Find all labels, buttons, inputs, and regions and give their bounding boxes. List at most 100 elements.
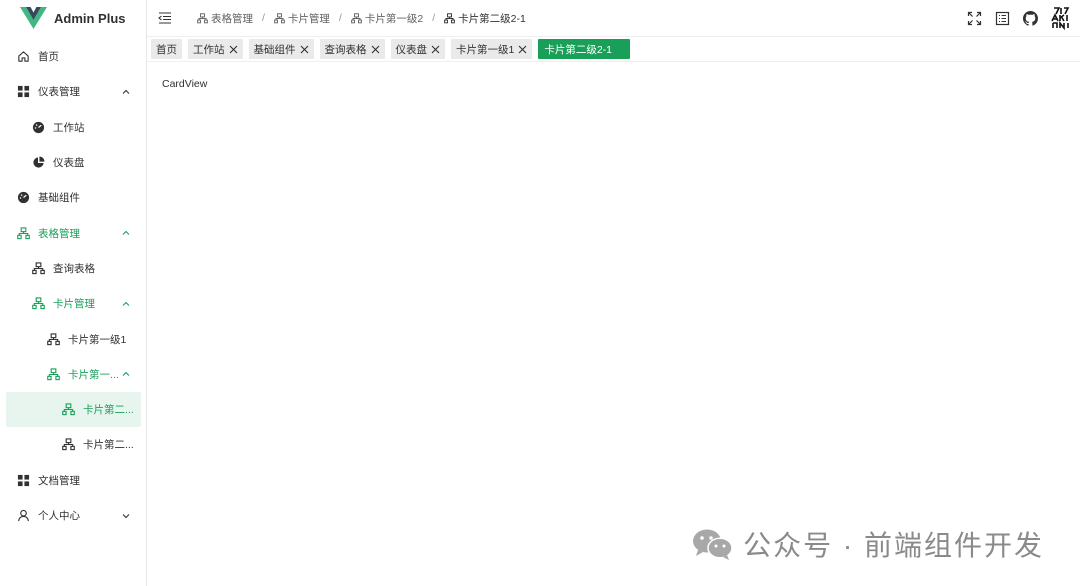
chevron-up-icon [122,301,130,306]
chevron-up-icon [122,372,130,377]
page-content: CardView [162,78,208,90]
sidebar-item-label: 卡片第一... [68,368,119,381]
chevron-down-icon [122,513,130,518]
sitemap-icon [32,297,45,310]
sidebar-item-basic-components[interactable]: 基础组件 [0,180,146,215]
sidebar-item-query-table[interactable]: 查询表格 [0,251,146,286]
tab-card-level2-1[interactable]: 卡片第二级2-1 [538,39,631,59]
sitemap-icon [351,12,362,23]
sidebar: Admin Plus 首页 仪表管理 工作站 仪表盘 基础组件 表格管理 查询表… [0,0,147,586]
sidebar-item-card-level1-2[interactable]: 卡片第一... [0,357,146,392]
chevron-up-icon [122,230,130,236]
breadcrumb-separator: / [432,12,436,24]
menu-fold-icon[interactable] [158,11,172,25]
sidebar-item-label: 卡片第一级1 [68,333,127,346]
tab-label: 基础组件 [253,43,296,56]
app-logo[interactable]: Admin Plus [0,0,146,36]
sitemap-icon [444,12,455,23]
breadcrumb-item[interactable]: 表格管理 [197,11,253,26]
sitemap-icon [47,332,60,346]
watermark-text: 公众号 · 前端组件开发 [743,530,1044,561]
grid-icon [17,85,30,98]
sidebar-item-label: 卡片第二... [83,404,134,417]
close-icon[interactable] [518,45,527,54]
breadcrumb: 表格管理 / 卡片管理 / 卡片第一级2 / 卡片第二级2-1 [197,11,526,26]
tab-label: 卡片第一级1 [456,43,515,56]
sitemap-icon [17,226,30,240]
breadcrumb-item[interactable]: 卡片管理 [274,11,330,26]
sidebar-item-label: 仪表管理 [38,86,80,99]
tab-workstation[interactable]: 工作站 [188,39,243,59]
breadcrumb-label: 卡片第二级2-1 [458,12,526,25]
breadcrumb-item[interactable]: 卡片第一级2 [351,11,423,26]
sidebar-item-card-level1-1[interactable]: 卡片第一级1 [0,321,146,356]
grid-icon [17,474,30,487]
github-link[interactable] [1022,10,1038,26]
breadcrumb-label: 卡片管理 [287,12,330,25]
sidebar-item-label: 表格管理 [38,227,80,240]
sidebar-item-card-management[interactable]: 卡片管理 [0,286,146,321]
tab-card-level1-1[interactable]: 卡片第一级1 [451,39,533,59]
tab-label: 卡片第二级2-1 [544,43,613,56]
fullscreen-icon [967,11,981,25]
sitemap-icon [47,368,60,381]
dashboard-gauge-icon [32,121,45,134]
top-header: 表格管理 / 卡片管理 / 卡片第一级2 / 卡片第二级2-1 [147,0,1080,37]
tab-label: 查询表格 [324,43,367,56]
tab-label: 首页 [156,43,177,56]
tab-query-table[interactable]: 查询表格 [319,39,385,59]
avatar-logo-icon [1051,7,1070,30]
close-icon[interactable] [300,45,309,54]
sitemap-icon [274,12,285,23]
wechat-icon [693,529,733,560]
document-icon [995,11,1009,25]
sidebar-item-label: 查询表格 [53,262,95,275]
breadcrumb-label: 卡片第一级2 [364,12,424,25]
fullscreen-button[interactable] [966,10,982,26]
vue-logo-icon [20,7,47,29]
tab-home[interactable]: 首页 [151,39,182,59]
header-actions [966,0,1080,36]
docs-button[interactable] [994,10,1010,26]
user-icon [17,509,30,522]
close-icon[interactable] [371,45,380,54]
tab-label: 工作站 [193,43,225,56]
breadcrumb-separator: / [262,12,265,24]
breadcrumb-item-current: 卡片第二级2-1 [444,11,526,26]
tab-label: 仪表盘 [395,43,428,56]
close-icon[interactable] [431,45,440,54]
breadcrumb-label: 表格管理 [211,12,253,25]
breadcrumb-separator: / [338,12,342,24]
sidebar-item-label: 基础组件 [38,192,80,205]
sidebar-item-label: 仪表盘 [53,157,85,170]
sidebar-item-label: 卡片第二... [83,439,134,452]
sidebar-item-dashboard[interactable]: 仪表盘 [0,145,146,180]
sidebar-item-label: 文档管理 [38,474,80,487]
sidebar-item-dashboard-management[interactable]: 仪表管理 [0,74,146,109]
github-icon [1022,10,1038,26]
sidebar-item-label: 卡片管理 [53,298,95,311]
tab-basic-components[interactable]: 基础组件 [248,39,314,59]
sitemap-icon [32,262,45,275]
sidebar-item-workstation[interactable]: 工作站 [0,110,146,145]
tags-view: 首页 工作站 基础组件 查询表格 仪表盘 卡片第一级1 卡片第二级2-1 [147,37,1080,62]
dashboard-gauge-icon [17,191,30,204]
user-avatar[interactable] [1050,6,1074,30]
sidebar-item-personal-center[interactable]: 个人中心 [0,498,146,533]
sidebar-item-home[interactable]: 首页 [0,39,146,74]
sitemap-icon [62,438,75,451]
sidebar-item-label: 首页 [38,51,59,64]
sidebar-item-document-management[interactable]: 文档管理 [0,463,146,498]
sidebar-item-label: 个人中心 [38,510,80,522]
sitemap-icon [62,403,75,416]
chevron-up-icon [122,89,130,94]
pie-chart-icon [32,156,45,169]
close-icon[interactable] [229,45,238,54]
sidebar-item-table-management[interactable]: 表格管理 [0,215,146,250]
sidebar-item-card-level2-1[interactable]: 卡片第二... [6,391,141,428]
watermark: 公众号 · 前端组件开发 [691,524,1044,564]
tab-dashboard[interactable]: 仪表盘 [390,39,445,59]
sidebar-menu: 首页 仪表管理 工作站 仪表盘 基础组件 表格管理 查询表格 卡片管理 卡片第一… [0,39,146,533]
sitemap-icon [197,12,208,23]
sidebar-item-card-level2-2[interactable]: 卡片第二... [0,427,146,462]
